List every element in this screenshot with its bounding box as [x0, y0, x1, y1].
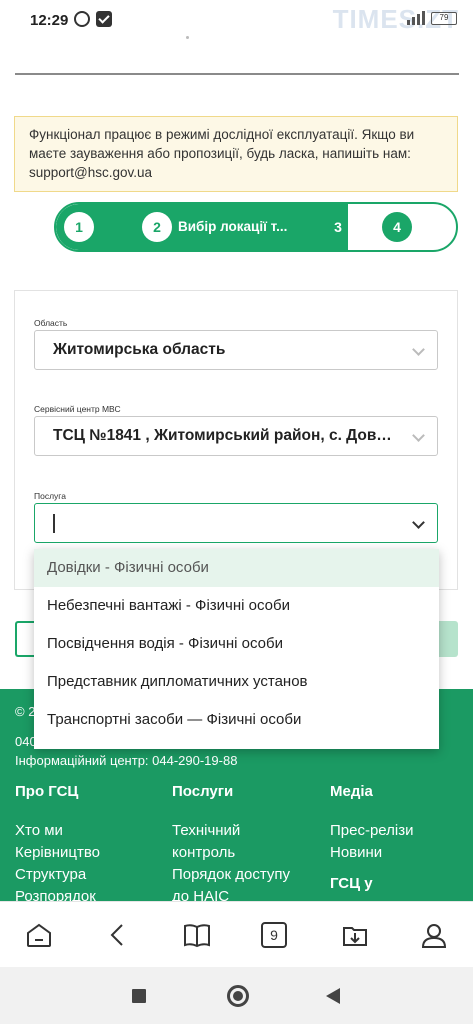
system-nav-bar	[0, 967, 473, 1024]
footer-link[interactable]: Технічний	[172, 820, 240, 842]
bookmarks-icon[interactable]	[182, 920, 212, 950]
status-right: 79	[407, 11, 457, 25]
status-bar: 12:29 TIMES.ZT 79	[0, 0, 473, 40]
footer-link[interactable]: Новини	[330, 842, 382, 864]
service-center-select[interactable]: ТСЦ №1841 , Житомирський район, с. Довжи…	[34, 416, 438, 456]
back-icon[interactable]	[103, 920, 133, 950]
dropdown-option[interactable]: Довідки - Фізичні особи	[34, 549, 439, 587]
dropdown-option[interactable]: Представник дипломатичних установ	[34, 663, 439, 701]
step-3[interactable]: 3	[323, 212, 353, 242]
service-select[interactable]	[34, 503, 438, 543]
home-icon[interactable]	[24, 920, 54, 950]
step-1[interactable]: 1	[64, 212, 94, 242]
progress-stepper: 1 2 Вибір локації т... 3 4	[54, 202, 458, 252]
footer-col-services-title: Послуги	[172, 783, 234, 800]
dropdown-option[interactable]: Небезпечні вантажі - Фізичні особи	[34, 587, 439, 625]
viber-icon	[74, 11, 90, 27]
signal-icon	[407, 11, 425, 25]
footer-link[interactable]: Структура	[15, 864, 86, 886]
browser-toolbar: 9	[0, 901, 473, 967]
home-circle-icon[interactable]	[227, 985, 249, 1007]
tabs-icon[interactable]: 9	[261, 922, 287, 948]
chevron-down-icon	[412, 343, 425, 356]
center-label: Сервісний центр МВС	[34, 404, 121, 414]
footer-col-media-subtitle: ГСЦ у	[330, 875, 373, 892]
page-dot	[186, 36, 189, 39]
footer-link[interactable]: Хто ми	[15, 820, 63, 842]
footer-info-center[interactable]: Інформаційний центр: 044-290-19-88	[15, 753, 237, 768]
footer-link[interactable]: контроль	[172, 842, 235, 864]
region-select[interactable]: Житомирська область	[34, 330, 438, 370]
center-value: ТСЦ №1841 , Житомирський район, с. Довжи…	[53, 427, 437, 444]
footer-col-about-title: Про ГСЦ	[15, 783, 79, 800]
step-2[interactable]: 2	[142, 212, 172, 242]
dropdown-option[interactable]: Посвідчення водія - Фізичні особи	[34, 625, 439, 663]
chevron-down-icon	[412, 516, 425, 529]
text-caret	[53, 514, 55, 533]
service-dropdown-menu: Довідки - Фізичні особи Небезпечні ванта…	[34, 549, 439, 749]
profile-icon[interactable]	[419, 920, 449, 950]
step-2-label: Вибір локації т...	[178, 219, 288, 234]
back-triangle-icon[interactable]	[325, 987, 341, 1005]
recents-icon[interactable]	[132, 989, 146, 1003]
downloads-icon[interactable]	[340, 920, 370, 950]
notice-banner: Функціонал працює в режимі дослідної екс…	[14, 116, 458, 192]
region-label: Область	[34, 318, 68, 328]
next-button[interactable]	[438, 621, 458, 657]
region-value: Житомирська область	[53, 341, 226, 358]
back-button[interactable]	[15, 621, 35, 657]
footer-link[interactable]: Порядок доступу	[172, 864, 290, 886]
notification-icon	[96, 11, 112, 27]
dropdown-option[interactable]: Транспортні засоби — Фізичні особи	[34, 701, 439, 739]
header-divider	[15, 73, 459, 75]
service-label: Послуга	[34, 491, 66, 501]
status-time: 12:29	[30, 12, 69, 29]
footer-col-media-title: Медіа	[330, 783, 373, 800]
footer-link[interactable]: Прес-релізи	[330, 820, 414, 842]
footer-copyright: © 2	[15, 704, 36, 719]
footer-link[interactable]: Керівництво	[15, 842, 100, 864]
step-4[interactable]: 4	[382, 212, 412, 242]
battery-icon: 79	[431, 11, 457, 25]
